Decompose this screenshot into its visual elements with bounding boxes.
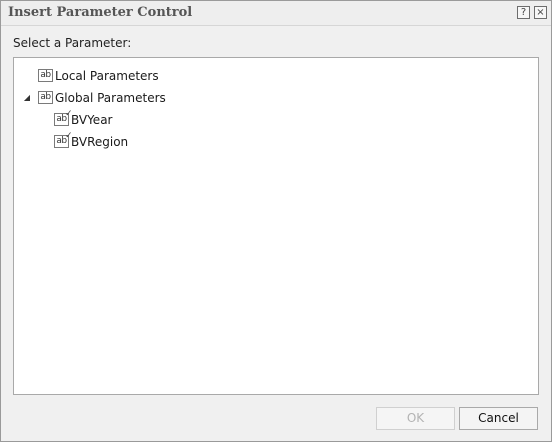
insert-parameter-control-dialog: Insert Parameter Control ? × Select a Pa…: [0, 0, 552, 442]
parameter-tree[interactable]: ab Local Parameters ◢ ab Global Paramete…: [13, 57, 539, 395]
collapse-triangle-icon[interactable]: ◢: [22, 92, 32, 104]
dialog-title: Insert Parameter Control: [8, 5, 193, 20]
parameter-folder-icon: ab: [38, 69, 53, 82]
tree-node-label: Local Parameters: [55, 69, 159, 83]
parameter-folder-icon: ab: [38, 91, 53, 104]
select-parameter-label: Select a Parameter:: [13, 36, 132, 50]
dialog-titlebar: Insert Parameter Control ? ×: [1, 1, 551, 26]
cancel-button[interactable]: Cancel: [459, 407, 538, 430]
parameter-check-icon: ab ✓: [54, 131, 73, 148]
help-icon[interactable]: ?: [517, 6, 530, 19]
parameter-check-icon: ab ✓: [54, 109, 73, 126]
tree-node-label: BVRegion: [71, 135, 129, 149]
ok-button[interactable]: OK: [376, 407, 455, 430]
tree-node-label: BVYear: [71, 113, 113, 127]
close-icon[interactable]: ×: [534, 6, 547, 19]
tree-node-label: Global Parameters: [55, 91, 166, 105]
